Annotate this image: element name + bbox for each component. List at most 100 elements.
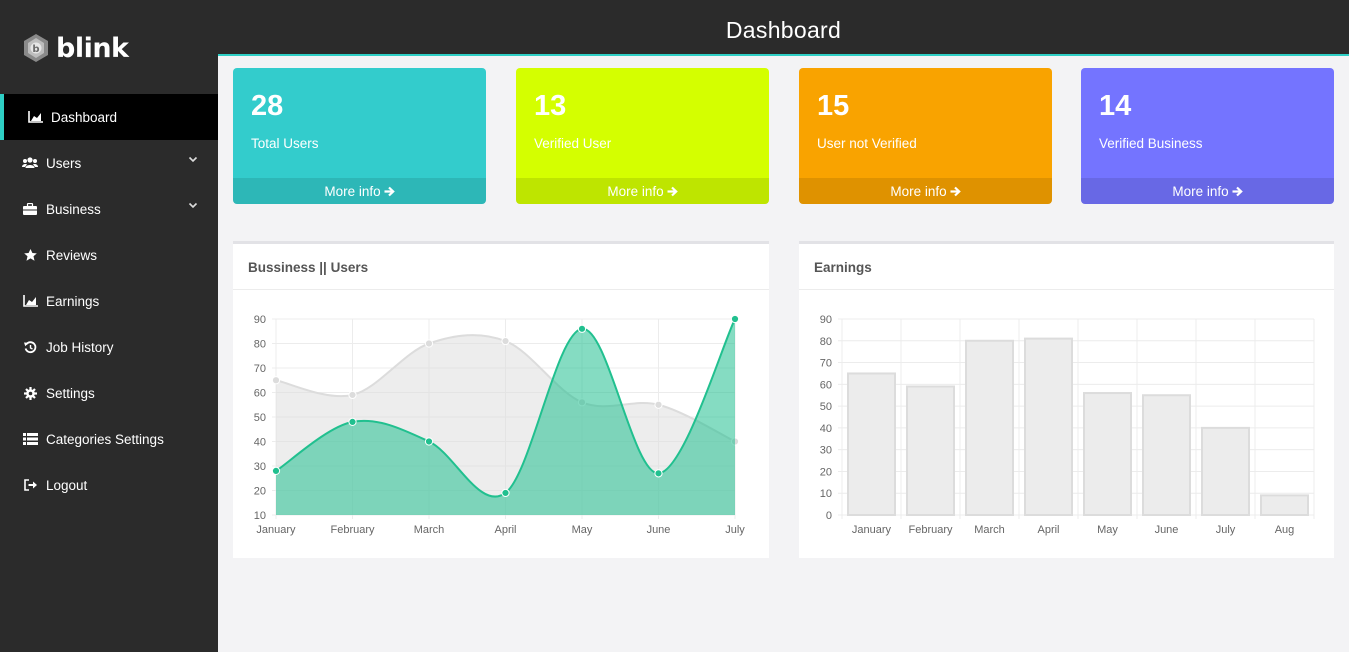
bar <box>965 339 1014 517</box>
history-icon <box>22 340 38 354</box>
x-tick-label: May <box>1097 524 1118 536</box>
business-users-area-chart: 10 20 30 40 50 60 70 80 90 January February March Ap… <box>254 314 746 536</box>
sidebar-item-label: Job History <box>46 339 114 355</box>
sidebar: b blink Dashboard Users Business Reviews… <box>0 0 218 652</box>
sidebar-item-earnings[interactable]: Earnings <box>0 278 218 324</box>
data-point <box>654 400 663 409</box>
bar <box>1083 392 1132 517</box>
more-info-label: More info <box>324 183 381 199</box>
x-tick-label: Aug <box>1275 524 1295 536</box>
bar <box>1201 426 1250 516</box>
arrow-right-icon <box>950 186 961 196</box>
sidebar-item-label: Dashboard <box>51 109 118 125</box>
top-header: Dashboard <box>218 0 1349 56</box>
x-tick-label: June <box>1155 524 1179 536</box>
data-point <box>271 376 281 385</box>
sidebar-item-business[interactable]: Business <box>0 186 218 232</box>
bar <box>906 385 955 516</box>
x-tick-label: April <box>494 524 516 536</box>
area-chart-icon <box>27 110 43 124</box>
stat-label: User not Verified <box>817 136 917 151</box>
data-point <box>501 488 510 498</box>
sidebar-item-logout[interactable]: Logout <box>0 462 218 508</box>
stat-value: 14 <box>1099 90 1132 122</box>
business-users-panel: Bussiness || Users 10 20 30 40 50 60 70 80 90 Jan… <box>233 241 769 558</box>
more-info-label: More info <box>890 183 947 199</box>
list-icon <box>22 432 38 446</box>
more-info-label: More info <box>607 183 664 199</box>
bar <box>1024 337 1073 516</box>
blink-logo-icon: b <box>24 34 48 62</box>
svg-text:b: b <box>32 44 39 55</box>
x-tick-label: January <box>256 524 296 536</box>
brand-logo[interactable]: b blink <box>22 28 129 68</box>
sidebar-item-job-history[interactable]: Job History <box>0 324 218 370</box>
data-point <box>348 390 357 400</box>
gear-icon <box>22 386 38 400</box>
stat-card-user-not-verified: 15 User not Verified More info <box>799 68 1052 204</box>
x-tick-label: June <box>647 524 671 536</box>
x-tick-label: April <box>1037 524 1059 536</box>
y-tick-label: 0 <box>826 510 832 522</box>
y-tick-label: 90 <box>254 314 266 326</box>
x-tick-label: January <box>852 524 892 536</box>
sidebar-item-users[interactable]: Users <box>0 140 218 186</box>
arrow-right-icon <box>667 186 678 196</box>
data-point <box>424 437 434 446</box>
data-point <box>654 469 663 478</box>
y-tick-label: 30 <box>820 445 832 457</box>
y-tick-label: 90 <box>820 314 832 326</box>
y-tick-label: 60 <box>254 388 266 400</box>
arrow-right-icon <box>1232 186 1243 196</box>
x-tick-label: July <box>725 524 745 536</box>
arrow-right-icon <box>384 186 395 196</box>
users-icon <box>22 156 38 170</box>
sidebar-item-reviews[interactable]: Reviews <box>0 232 218 278</box>
stat-card-verified-business: 14 Verified Business More info <box>1081 68 1334 204</box>
data-point <box>271 466 281 475</box>
bar <box>1260 494 1309 516</box>
sidebar-item-label: Earnings <box>46 293 100 309</box>
more-info-link[interactable]: More info <box>1081 178 1334 204</box>
y-tick-label: 50 <box>820 401 832 413</box>
sidebar-item-label: Reviews <box>46 247 98 263</box>
y-tick-label: 20 <box>820 466 832 478</box>
stat-label: Verified User <box>534 136 612 151</box>
more-info-link[interactable]: More info <box>799 178 1052 204</box>
data-point <box>730 314 740 324</box>
y-tick-label: 60 <box>820 379 832 391</box>
sidebar-item-label: Business <box>46 201 101 217</box>
sidebar-nav: Dashboard Users Business Reviews Earning… <box>0 94 218 508</box>
sidebar-item-settings[interactable]: Settings <box>0 370 218 416</box>
y-tick-label: 80 <box>820 336 832 348</box>
y-tick-label: 40 <box>820 423 832 435</box>
earnings-panel: Earnings 0 10 20 30 40 50 60 70 80 90 January Febru… <box>799 241 1334 558</box>
data-point <box>348 417 357 426</box>
page-title: Dashboard <box>725 17 842 43</box>
bar <box>1142 394 1191 517</box>
chevron-down-icon <box>188 156 198 163</box>
sidebar-item-label: Logout <box>46 477 88 493</box>
more-info-link[interactable]: More info <box>233 178 486 204</box>
y-tick-label: 20 <box>254 486 266 498</box>
data-point <box>501 336 510 346</box>
stat-value: 15 <box>817 90 850 122</box>
more-info-link[interactable]: More info <box>516 178 769 204</box>
star-icon <box>22 248 38 262</box>
x-tick-label: May <box>572 524 593 536</box>
sidebar-item-categories-settings[interactable]: Categories Settings <box>0 416 218 462</box>
y-tick-label: 30 <box>254 461 266 473</box>
more-info-label: More info <box>1172 183 1229 199</box>
x-tick-label: February <box>330 524 375 536</box>
data-point <box>424 339 434 348</box>
bar <box>847 372 896 516</box>
x-tick-label: March <box>974 524 1005 536</box>
stat-value: 13 <box>534 90 567 122</box>
sidebar-item-dashboard[interactable]: Dashboard <box>0 94 218 140</box>
stat-card-verified-user: 13 Verified User More info <box>516 68 769 204</box>
y-tick-label: 10 <box>254 510 266 522</box>
sidebar-item-label: Settings <box>46 385 95 401</box>
area-chart-icon <box>22 294 38 308</box>
sidebar-item-label: Users <box>46 155 82 171</box>
stat-card-total-users: 28 Total Users More info <box>233 68 486 204</box>
